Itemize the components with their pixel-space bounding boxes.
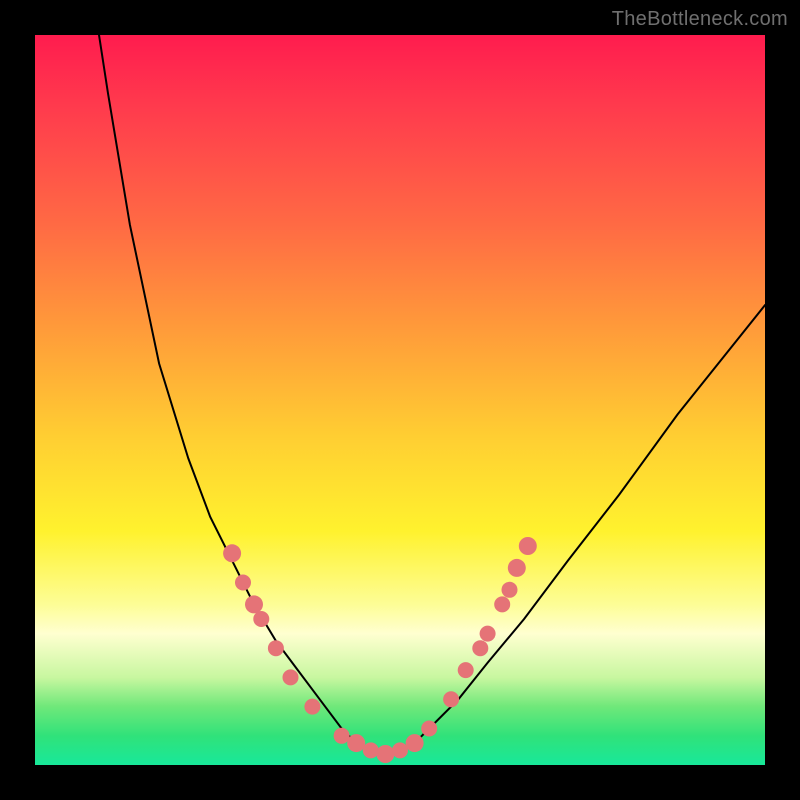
curve-marker-dot [472,640,488,656]
curve-marker-dot [223,544,241,562]
curve-marker-dot [421,721,437,737]
plot-area [35,35,765,765]
curve-marker-dot [480,626,496,642]
curve-marker-dot [458,662,474,678]
curve-marker-dot [363,742,379,758]
curve-marker-dot [392,742,408,758]
curve-marker-dot [519,537,537,555]
curve-marker-dot [245,595,263,613]
curve-marker-dot [253,611,269,627]
curve-marker-dot [334,728,350,744]
chart-frame: TheBottleneck.com [0,0,800,800]
curve-marker-dot [406,734,424,752]
curve-marker-dot [508,559,526,577]
curve-marker-dot [268,640,284,656]
curve-layer [35,35,765,765]
curve-marker-dot [235,575,251,591]
curve-marker-dot [376,745,394,763]
curve-marker-dot [494,596,510,612]
curve-marker-dot [347,734,365,752]
curve-marker-dot [443,691,459,707]
curve-markers [223,537,537,763]
curve-marker-dot [283,669,299,685]
bottleneck-curve [93,0,765,754]
curve-marker-dot [502,582,518,598]
curve-marker-dot [304,699,320,715]
watermark-text: TheBottleneck.com [612,8,788,31]
